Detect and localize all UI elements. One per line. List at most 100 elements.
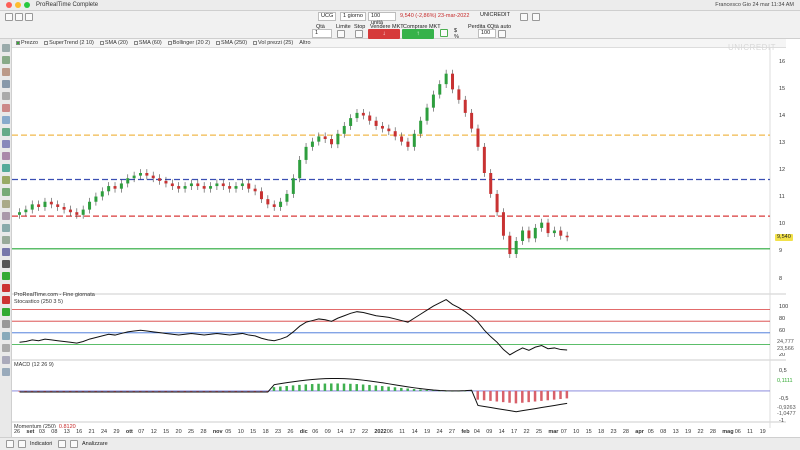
hide-drawings-icon[interactable] <box>2 368 10 376</box>
hist-value: -1,0477 <box>775 411 798 418</box>
candle-body <box>444 73 448 85</box>
candle-body <box>177 186 181 189</box>
delete-drawings-icon[interactable] <box>2 344 10 352</box>
measure-tool-icon[interactable] <box>2 200 10 208</box>
fibonacci-tool-icon[interactable] <box>2 104 10 112</box>
channel-tool-icon[interactable] <box>2 92 10 100</box>
time-tick: 06 <box>312 429 319 435</box>
macd-histogram-bar <box>361 384 365 391</box>
indicator-bollinger[interactable]: Bollinger (20 2) <box>167 40 210 46</box>
menubar-status: Francesco Gio 24 mar 11:34 AM <box>715 2 794 8</box>
candle-body <box>202 186 206 189</box>
indicators-button[interactable]: Indicatori <box>30 441 52 447</box>
indicator-altro[interactable]: Altro <box>299 40 310 46</box>
qty-input[interactable]: 1 <box>312 29 332 38</box>
period-select[interactable]: 1 giorno <box>340 12 366 21</box>
buy-market-button[interactable]: ↑ <box>402 29 434 39</box>
candle-body <box>533 227 537 239</box>
indicator-label: SMA (60) <box>138 40 162 46</box>
candle-body <box>56 204 60 207</box>
arrow-tool-icon[interactable] <box>2 152 10 160</box>
grid-icon[interactable] <box>6 440 14 448</box>
ticker-field[interactable]: UCG <box>318 12 336 21</box>
window-titlebar: ProRealTime Complete Francesco Gio 24 ma… <box>0 0 800 11</box>
price-chart-area[interactable] <box>12 48 786 428</box>
zoom-tool-icon[interactable] <box>2 56 10 64</box>
limit-order-icon[interactable] <box>337 30 345 38</box>
confirm-icon[interactable] <box>440 29 448 37</box>
text-tool-icon[interactable] <box>2 140 10 148</box>
chart-watermark: UNICREDIT <box>728 43 777 52</box>
alert-up-icon[interactable] <box>2 308 10 316</box>
macd-histogram-bar <box>247 390 250 392</box>
chart-settings-icon[interactable] <box>520 13 528 21</box>
time-tick: 05 <box>647 429 654 435</box>
time-tick: 13 <box>63 429 70 435</box>
gann-tool-icon[interactable] <box>2 188 10 196</box>
toggle-icon[interactable] <box>532 13 540 21</box>
candle-body <box>37 204 41 207</box>
sell-arrow-icon[interactable] <box>2 284 10 292</box>
macd-histogram-bar <box>559 390 562 400</box>
lock-drawings-icon[interactable] <box>2 356 10 364</box>
pencil-tool-icon[interactable] <box>2 212 10 220</box>
candle-body <box>310 141 314 147</box>
magnet-tool-icon[interactable] <box>2 236 10 244</box>
buy-arrow-icon[interactable] <box>2 272 10 280</box>
indicator-sma250[interactable]: SMA (250) <box>216 40 247 46</box>
eraser-tool-icon[interactable] <box>2 224 10 232</box>
candle-body <box>495 193 499 213</box>
ellipse-tool-icon[interactable] <box>2 128 10 136</box>
screenshot-icon[interactable] <box>2 332 10 340</box>
zoom-window-button[interactable] <box>24 2 30 8</box>
line-tool-icon[interactable] <box>2 68 10 76</box>
time-tick: feb <box>461 429 470 435</box>
candle-body <box>43 201 47 207</box>
analyze-button[interactable]: Analizzare <box>82 441 108 447</box>
minimize-window-button[interactable] <box>15 2 21 8</box>
hand-tool-icon[interactable] <box>2 248 10 256</box>
stop-order-icon[interactable] <box>355 30 363 38</box>
wrench-icon[interactable] <box>58 440 66 448</box>
time-tick: set <box>26 429 35 435</box>
analyze-icon[interactable] <box>70 440 78 448</box>
time-tick: 07 <box>138 429 145 435</box>
rectangle-tool-icon[interactable] <box>2 116 10 124</box>
indicator-volprezzi[interactable]: Vol prezzi (25) <box>253 40 293 46</box>
macd-histogram-bar <box>75 390 78 392</box>
candle-body <box>107 186 111 192</box>
time-tick: 2022 <box>374 429 387 435</box>
trend-tool-icon[interactable] <box>2 164 10 172</box>
candle-body <box>291 178 295 194</box>
candle-body <box>489 173 493 194</box>
candle-body <box>552 230 556 234</box>
time-tick: 25 <box>535 429 543 435</box>
info-tool-icon[interactable] <box>2 260 10 268</box>
auto-qty-stepper[interactable] <box>498 30 506 38</box>
indicator-sma20[interactable]: SMA (20) <box>99 40 128 46</box>
cursor-tool-icon[interactable] <box>2 44 10 52</box>
macd-histogram-bar <box>234 390 238 392</box>
candle-body <box>228 186 232 189</box>
indicator-sma60[interactable]: SMA (60) <box>133 40 162 46</box>
sell-market-button[interactable]: ↓ <box>368 29 400 39</box>
pitchfork-tool-icon[interactable] <box>2 176 10 184</box>
candle-body <box>330 139 334 145</box>
time-tick: 15 <box>250 429 257 435</box>
open-icon[interactable] <box>15 13 23 21</box>
macd-histogram-bar <box>170 390 174 392</box>
units-select[interactable]: 100 unità <box>368 12 396 26</box>
horizontal-line-icon[interactable] <box>2 80 10 88</box>
indicator-supertrend[interactable]: SuperTrend (2 10) <box>44 40 94 46</box>
time-axis: 26 set 03 08 13 16 21 24 29 ott 07 12 15 20 25 28 nov 05 1… <box>12 428 786 437</box>
layout-icon[interactable] <box>25 13 33 21</box>
close-window-button[interactable] <box>6 2 12 8</box>
new-chart-icon[interactable] <box>5 13 13 21</box>
indicator-prezzo[interactable]: Prezzo <box>16 40 38 46</box>
time-tick: 10 <box>237 429 244 435</box>
auto-qty-input[interactable]: 100 <box>478 29 496 38</box>
alert-down-icon[interactable] <box>2 296 10 304</box>
add-indicator-icon[interactable] <box>18 440 26 448</box>
candle-body <box>253 188 257 192</box>
template-icon[interactable] <box>2 320 10 328</box>
